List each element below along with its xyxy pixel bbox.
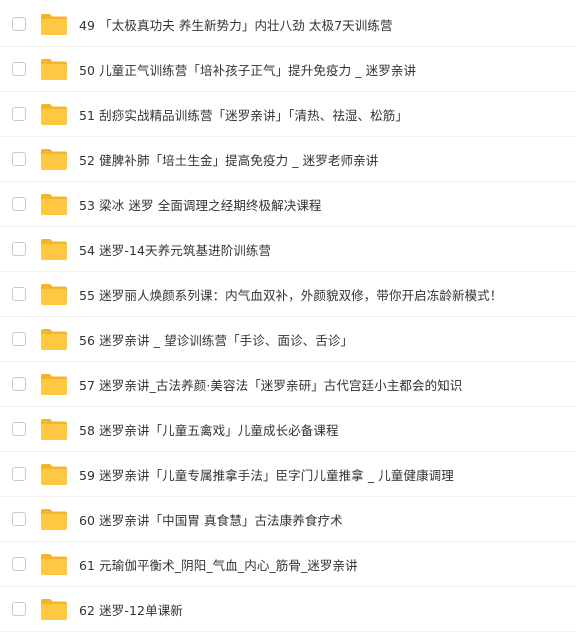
file-row[interactable]: 52 健脾补肺「培土生金」提高免疫力 _ 迷罗老师亲讲 <box>0 137 576 182</box>
file-name[interactable]: 54 迷罗-14天养元筑基进阶训练营 <box>79 240 271 259</box>
file-row[interactable]: 49 「太极真功夫 养生新势力」内壮八劲 太极7天训练营 <box>0 2 576 47</box>
file-name[interactable]: 49 「太极真功夫 养生新势力」内壮八劲 太极7天训练营 <box>79 15 393 34</box>
file-name[interactable]: 55 迷罗丽人焕颜系列课：内气血双补，外颜貌双修，带你开启冻龄新模式！ <box>79 285 502 304</box>
row-checkbox[interactable] <box>12 602 26 616</box>
file-name[interactable]: 50 儿童正气训练营「培补孩子正气」提升免疫力 _ 迷罗亲讲 <box>79 60 416 79</box>
file-name[interactable]: 57 迷罗亲讲_古法养颜·美容法「迷罗亲研」古代宫廷小主都会的知识 <box>79 375 462 394</box>
file-row[interactable]: 50 儿童正气训练营「培补孩子正气」提升免疫力 _ 迷罗亲讲 <box>0 47 576 92</box>
folder-icon <box>40 508 68 531</box>
file-row[interactable]: 61 元瑜伽平衡术_阴阳_气血_内心_筋骨_迷罗亲讲 <box>0 542 576 587</box>
file-row[interactable]: 54 迷罗-14天养元筑基进阶训练营 <box>0 227 576 272</box>
row-checkbox[interactable] <box>12 332 26 346</box>
folder-icon <box>40 463 68 486</box>
folder-icon <box>40 13 68 36</box>
file-row[interactable]: 55 迷罗丽人焕颜系列课：内气血双补，外颜貌双修，带你开启冻龄新模式！ <box>0 272 576 317</box>
folder-icon <box>40 328 68 351</box>
folder-icon <box>40 418 68 441</box>
file-row[interactable]: 59 迷罗亲讲「儿童专属推拿手法」臣字门儿童推拿 _ 儿童健康调理 <box>0 452 576 497</box>
row-checkbox[interactable] <box>12 17 26 31</box>
row-checkbox[interactable] <box>12 107 26 121</box>
file-name[interactable]: 61 元瑜伽平衡术_阴阳_气血_内心_筋骨_迷罗亲讲 <box>79 555 358 574</box>
folder-icon <box>40 283 68 306</box>
row-checkbox[interactable] <box>12 512 26 526</box>
file-row[interactable]: 57 迷罗亲讲_古法养颜·美容法「迷罗亲研」古代宫廷小主都会的知识 <box>0 362 576 407</box>
file-row[interactable]: 56 迷罗亲讲 _ 望诊训练营「手诊、面诊、舌诊」 <box>0 317 576 362</box>
folder-icon <box>40 193 68 216</box>
file-row[interactable]: 62 迷罗-12单课新 <box>0 587 576 632</box>
file-row[interactable]: 58 迷罗亲讲「儿童五禽戏」儿童成长必备课程 <box>0 407 576 452</box>
folder-icon <box>40 553 68 576</box>
file-name[interactable]: 51 刮痧实战精品训练营「迷罗亲讲」「清热、祛湿、松筋」 <box>79 105 408 124</box>
file-row[interactable]: 60 迷罗亲讲「中国胃 真食慧」古法康养食疗术 <box>0 497 576 542</box>
file-name[interactable]: 60 迷罗亲讲「中国胃 真食慧」古法康养食疗术 <box>79 510 343 529</box>
folder-icon <box>40 238 68 261</box>
row-checkbox[interactable] <box>12 242 26 256</box>
row-checkbox[interactable] <box>12 62 26 76</box>
file-row[interactable]: 53 梁冰 迷罗 全面调理之经期终极解决课程 <box>0 182 576 227</box>
row-checkbox[interactable] <box>12 422 26 436</box>
row-checkbox[interactable] <box>12 287 26 301</box>
file-name[interactable]: 58 迷罗亲讲「儿童五禽戏」儿童成长必备课程 <box>79 420 339 439</box>
folder-icon <box>40 58 68 81</box>
file-name[interactable]: 53 梁冰 迷罗 全面调理之经期终极解决课程 <box>79 195 322 214</box>
file-name[interactable]: 56 迷罗亲讲 _ 望诊训练营「手诊、面诊、舌诊」 <box>79 330 353 349</box>
folder-icon <box>40 598 68 621</box>
row-checkbox[interactable] <box>12 197 26 211</box>
row-checkbox[interactable] <box>12 152 26 166</box>
row-checkbox[interactable] <box>12 557 26 571</box>
file-list: 49 「太极真功夫 养生新势力」内壮八劲 太极7天训练营 50 儿童正气训练营「培… <box>0 0 576 632</box>
folder-icon <box>40 373 68 396</box>
file-name[interactable]: 62 迷罗-12单课新 <box>79 600 183 619</box>
folder-icon <box>40 148 68 171</box>
file-name[interactable]: 52 健脾补肺「培土生金」提高免疫力 _ 迷罗老师亲讲 <box>79 150 378 169</box>
file-name[interactable]: 59 迷罗亲讲「儿童专属推拿手法」臣字门儿童推拿 _ 儿童健康调理 <box>79 465 454 484</box>
row-checkbox[interactable] <box>12 377 26 391</box>
row-checkbox[interactable] <box>12 467 26 481</box>
file-row[interactable]: 51 刮痧实战精品训练营「迷罗亲讲」「清热、祛湿、松筋」 <box>0 92 576 137</box>
folder-icon <box>40 103 68 126</box>
